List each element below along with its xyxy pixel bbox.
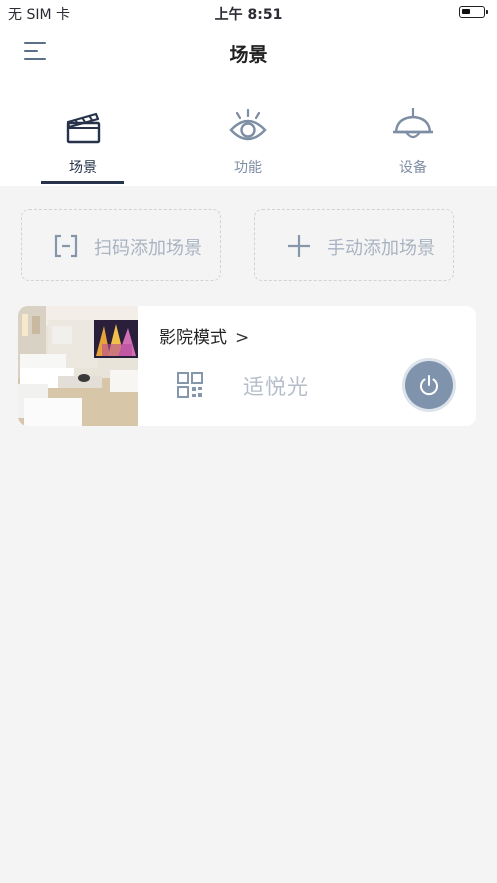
tab-bar: 场景 功能 设备: [0, 78, 497, 186]
tab-function[interactable]: 功能: [188, 78, 308, 186]
scene-mode: 适悦光: [243, 375, 309, 399]
scene-name: 影院模式: [159, 328, 227, 348]
chevron-right-icon: >: [235, 328, 250, 348]
page-title: 场景: [229, 44, 268, 66]
tab-device-label: 设备: [399, 160, 427, 176]
tab-device[interactable]: 设备: [353, 78, 473, 186]
tab-function-label: 功能: [234, 160, 262, 176]
scan-bracket-icon: [54, 234, 78, 258]
tab-scene-label: 场景: [69, 160, 97, 176]
scan-add-scene-label: 扫码添加场景: [94, 238, 202, 259]
eye-icon: [229, 108, 267, 141]
status-time: 上午 8:51: [214, 7, 283, 23]
scene-name-link[interactable]: 影院模式 >: [159, 323, 249, 348]
qr-code-icon[interactable]: [177, 372, 203, 398]
scan-add-scene-button[interactable]: 扫码添加场景: [21, 209, 221, 281]
manual-add-scene-label: 手动添加场景: [327, 238, 435, 259]
scene-thumbnail[interactable]: [18, 306, 138, 426]
power-icon: [420, 375, 438, 396]
power-button[interactable]: [405, 361, 453, 409]
active-tab-indicator: [41, 181, 124, 184]
clapperboard-icon: [66, 112, 101, 144]
battery-icon: [459, 6, 488, 18]
manual-add-scene-button[interactable]: 手动添加场景: [254, 209, 454, 281]
ceiling-lamp-icon: [393, 108, 433, 139]
scene-card: 影院模式 > 适悦光: [18, 306, 476, 426]
tab-scene[interactable]: 场景: [23, 78, 143, 186]
plus-icon: [288, 235, 310, 257]
nav-bar: 场景: [0, 26, 497, 78]
status-bar: 无 SIM 卡 上午 8:51: [0, 0, 497, 26]
